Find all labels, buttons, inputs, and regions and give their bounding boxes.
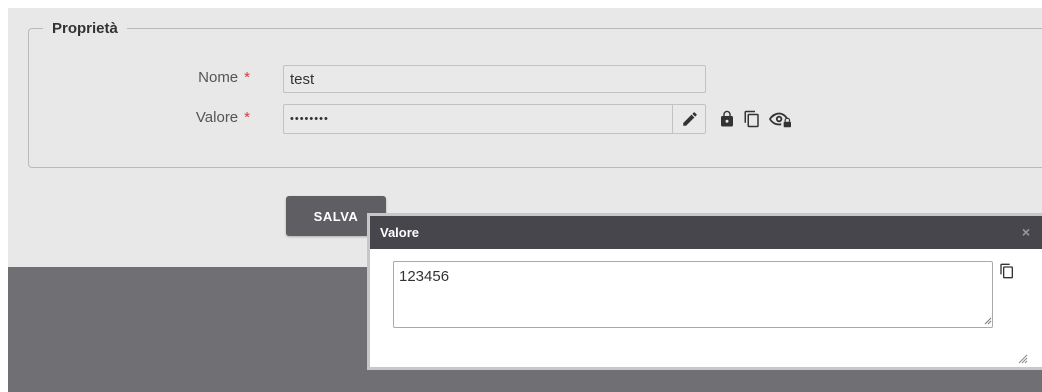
dialog-close-button[interactable]: × <box>1022 216 1030 249</box>
name-input[interactable] <box>283 65 706 93</box>
value-password-input[interactable]: •••••••• <box>283 104 706 134</box>
textarea-resize-grip-icon[interactable] <box>984 317 992 325</box>
value-label: Valore <box>195 109 239 126</box>
name-required-marker: * <box>244 69 250 86</box>
dialog-resize-grip-icon[interactable] <box>1018 354 1028 364</box>
name-label-row: Nome * <box>130 69 250 86</box>
edit-value-button[interactable] <box>672 104 706 134</box>
dialog-copy-icon[interactable] <box>998 261 1016 281</box>
lock-icon[interactable] <box>716 107 738 131</box>
properties-fieldset: Proprietà <box>28 20 1042 168</box>
value-dialog: Valore × 123456 <box>367 213 1042 370</box>
pencil-icon <box>682 112 697 126</box>
value-required-marker: * <box>244 109 250 126</box>
eye-lock-icon[interactable] <box>767 107 793 131</box>
copy-icon[interactable] <box>741 107 763 131</box>
value-field-wrapper: •••••••• <box>283 104 706 134</box>
properties-legend: Proprietà <box>52 20 118 37</box>
dialog-title: Valore <box>370 216 1042 249</box>
name-label: Nome <box>198 69 239 86</box>
value-textarea[interactable]: 123456 <box>393 261 993 328</box>
value-label-row: Valore * <box>130 109 250 126</box>
